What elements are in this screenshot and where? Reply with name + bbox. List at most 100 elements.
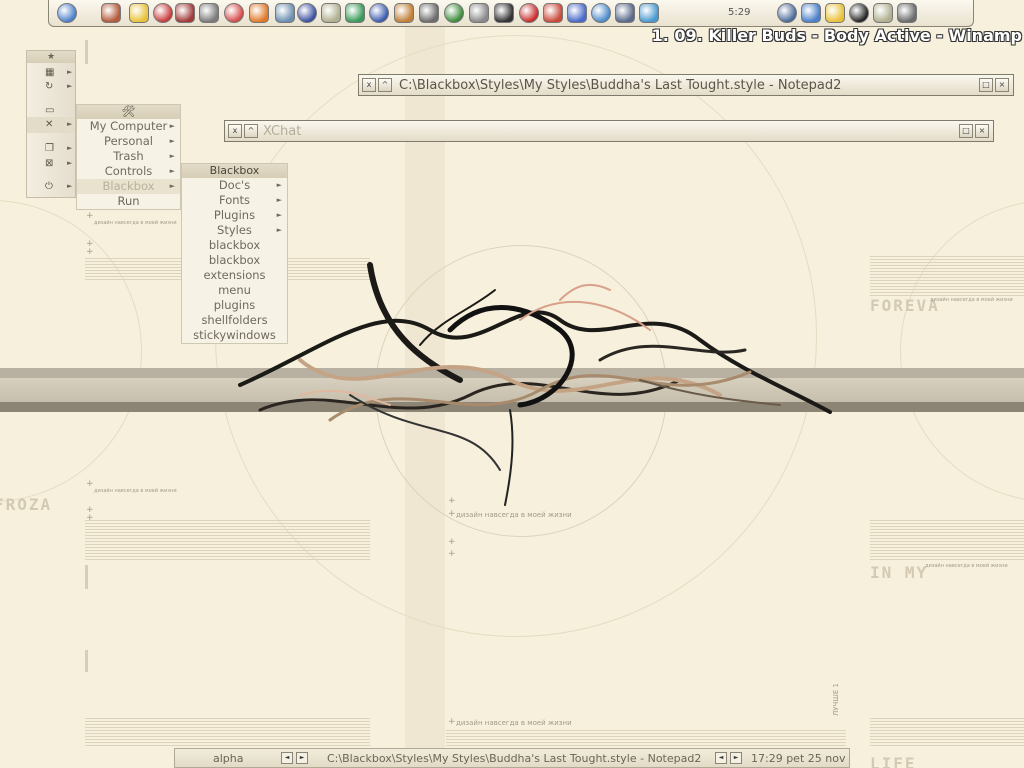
- tools-menu-item-trash[interactable]: Trash ►: [77, 149, 180, 164]
- window-shade-button[interactable]: ^: [244, 124, 258, 138]
- submenu-arrow-icon: ►: [276, 196, 282, 204]
- monitor-icon[interactable]: [777, 3, 797, 23]
- tools-icon[interactable]: [419, 3, 439, 23]
- top-toolbar: [48, 0, 974, 27]
- window-icon: ❐: [45, 143, 54, 154]
- window-maximize-button[interactable]: □: [959, 124, 973, 138]
- tools-icon: ✕: [45, 119, 54, 130]
- blackbox-root-strip: ★ ▦ ► ↻ ► ▭ ✕ ► ❐ ► ⊠ ► ⏻ ►: [26, 50, 76, 198]
- blackbox-menu-item-stickywindows[interactable]: stickywindows: [182, 328, 287, 343]
- globe-icon[interactable]: [801, 3, 821, 23]
- close-icon: ⊠: [45, 158, 54, 169]
- globe-icon[interactable]: [591, 3, 611, 23]
- blackbox-menu-item-shellfolders[interactable]: shellfolders: [182, 313, 287, 328]
- app-icon[interactable]: [543, 3, 563, 23]
- window-x-button[interactable]: ×: [995, 78, 1009, 92]
- tools-menu-item-run[interactable]: Run: [77, 194, 180, 209]
- task-next-button[interactable]: ►: [730, 752, 742, 764]
- blackbox-menu-item-blackbox[interactable]: blackbox: [182, 253, 287, 268]
- tools-menu-item-personal[interactable]: Personal ►: [77, 134, 180, 149]
- toolbar-clock: 5:29: [728, 7, 751, 18]
- image-icon[interactable]: [394, 3, 414, 23]
- tools-menu-item-blackbox[interactable]: Blackbox ►: [77, 179, 180, 194]
- folder-icon: ▭: [45, 105, 55, 116]
- ie-icon[interactable]: [57, 3, 77, 23]
- opera-icon[interactable]: [519, 3, 539, 23]
- colors-icon[interactable]: [873, 3, 893, 23]
- menu-item-label: Blackbox: [102, 179, 155, 193]
- diamond-icon[interactable]: [224, 3, 244, 23]
- strip-item-refresh[interactable]: ↻ ►: [27, 79, 75, 95]
- tools-menu: 🛠 My Computer ► Personal ► Trash ► Controls ► Bl…: [76, 104, 181, 210]
- blackbox-menu-item-styles[interactable]: Styles ►: [182, 223, 287, 238]
- blackbox-menu-item-plugins[interactable]: plugins: [182, 298, 287, 313]
- mixer-icon[interactable]: [275, 3, 295, 23]
- tools-menu-header: 🛠: [77, 105, 180, 119]
- blackbox-menu-item-blackbox[interactable]: blackbox: [182, 238, 287, 253]
- menu-item-label: Controls: [104, 164, 153, 178]
- flash-icon[interactable]: [825, 3, 845, 23]
- menu-item-label: Personal: [104, 134, 153, 148]
- strip-item-close[interactable]: ⊠ ►: [27, 156, 75, 172]
- window-shade-button[interactable]: ^: [378, 78, 392, 92]
- flash-icon[interactable]: [129, 3, 149, 23]
- tools-icon[interactable]: [897, 3, 917, 23]
- blackbox-menu-item-plugins[interactable]: Plugins ►: [182, 208, 287, 223]
- gear-icon[interactable]: [469, 3, 489, 23]
- xchat-window[interactable]: x ^ XChat □ ×: [224, 120, 994, 142]
- network-icon[interactable]: [615, 3, 635, 23]
- taskbar-task-notepad2[interactable]: C:\Blackbox\Styles\My Styles\Buddha's La…: [327, 752, 701, 765]
- strip-item-power[interactable]: ⏻ ►: [27, 179, 75, 195]
- taskbar-clock: 17:29 pet 25 nov: [751, 752, 846, 765]
- strip-header: ★: [27, 51, 75, 63]
- shutdown-icon[interactable]: [153, 3, 173, 23]
- blackbox-menu: Blackbox Doc's ► Fonts ► Plugins ► Styles ► blac…: [181, 163, 288, 344]
- globe-icon[interactable]: [639, 3, 659, 23]
- window-title: XChat: [263, 124, 302, 139]
- menu-item-label: Run: [117, 194, 140, 208]
- workspace-label[interactable]: alpha: [213, 752, 244, 765]
- menu-item-label: Doc's: [218, 178, 251, 192]
- taskbar: alpha ◄ ► C:\Blackbox\Styles\My Styles\B…: [174, 748, 850, 768]
- submenu-arrow-icon: ►: [169, 137, 175, 145]
- strip-item-tools[interactable]: ✕ ►: [27, 117, 75, 133]
- record-icon[interactable]: [175, 3, 195, 23]
- globe-icon[interactable]: [567, 3, 587, 23]
- menu-item-label: Trash: [113, 149, 144, 163]
- menu-item-label: menu: [218, 283, 251, 297]
- window-x-button[interactable]: ×: [975, 124, 989, 138]
- tools-menu-item-controls[interactable]: Controls ►: [77, 164, 180, 179]
- tools-menu-item-my-computer[interactable]: My Computer ►: [77, 119, 180, 134]
- window-close-button[interactable]: x: [228, 124, 242, 138]
- submenu-arrow-icon: ►: [276, 226, 282, 234]
- menu-item-label: blackbox: [208, 253, 261, 267]
- display-icon[interactable]: [369, 3, 389, 23]
- blackbox-menu-item-doc-s[interactable]: Doc's ►: [182, 178, 287, 193]
- menu-item-label: blackbox: [208, 238, 261, 252]
- task-prev-button[interactable]: ◄: [715, 752, 727, 764]
- submenu-arrow-icon: ►: [169, 167, 175, 175]
- workspace-next-button[interactable]: ►: [296, 752, 308, 764]
- workspace-prev-button[interactable]: ◄: [281, 752, 293, 764]
- notepad2-window[interactable]: x ^ C:\Blackbox\Styles\My Styles\Buddha'…: [358, 74, 1014, 96]
- refresh-icon: ↻: [45, 81, 54, 92]
- terminal-icon[interactable]: [849, 3, 869, 23]
- colors-icon[interactable]: [321, 3, 341, 23]
- menu-item-label: stickywindows: [193, 328, 276, 342]
- blackbox-menu-item-fonts[interactable]: Fonts ►: [182, 193, 287, 208]
- notes-icon[interactable]: [297, 3, 317, 23]
- cd-icon[interactable]: [494, 3, 514, 23]
- refresh-icon[interactable]: [345, 3, 365, 23]
- blackbox-menu-item-extensions[interactable]: extensions: [182, 268, 287, 283]
- gear-icon[interactable]: [444, 3, 464, 23]
- media-icon[interactable]: [199, 3, 219, 23]
- tools-icon: 🛠: [121, 105, 136, 118]
- strip-item-window[interactable]: ❐ ►: [27, 141, 75, 157]
- submenu-arrow-icon: ►: [276, 211, 282, 219]
- window-close-button[interactable]: x: [362, 78, 376, 92]
- firefox-icon[interactable]: [249, 3, 269, 23]
- blackbox-menu-item-menu[interactable]: menu: [182, 283, 287, 298]
- menu-item-label: plugins: [213, 298, 256, 312]
- window-maximize-button[interactable]: □: [979, 78, 993, 92]
- folder-icon[interactable]: [101, 3, 121, 23]
